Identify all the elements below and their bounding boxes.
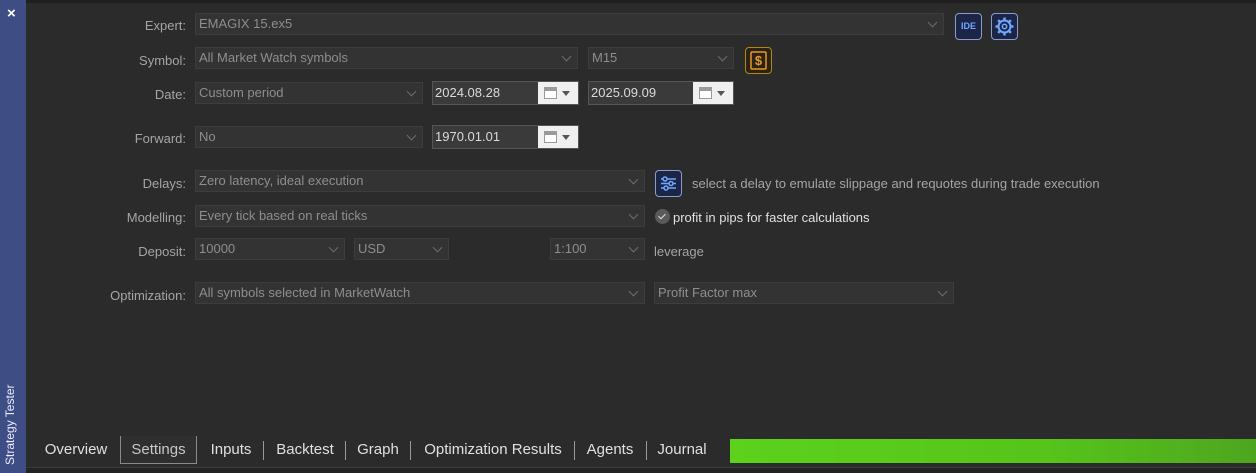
calendar-icon (544, 131, 557, 143)
tab-separator (410, 441, 411, 460)
symbol-label: Symbol: (139, 53, 186, 68)
progress-bar (730, 439, 1256, 463)
date-from-value[interactable]: 2024.08.28 (433, 82, 538, 104)
tab-separator (574, 441, 575, 460)
calendar-icon (699, 87, 712, 99)
forward-select[interactable]: No (195, 126, 423, 148)
tab-separator (646, 441, 647, 460)
optimization-value: All symbols selected in MarketWatch (199, 285, 411, 300)
dropdown-arrow-icon (562, 135, 570, 140)
gear-icon (995, 17, 1014, 36)
chevron-down-icon (624, 206, 644, 226)
ide-button[interactable]: IDE (955, 13, 982, 40)
sliders-icon (661, 176, 676, 191)
modelling-value: Every tick based on real ticks (199, 208, 368, 223)
tab-settings[interactable]: Settings (120, 436, 197, 464)
modelling-select[interactable]: Every tick based on real ticks (195, 205, 645, 227)
symbol-value: All Market Watch symbols (199, 50, 349, 65)
dropdown-arrow-icon (562, 91, 570, 96)
criterion-value: Profit Factor max (658, 285, 757, 300)
leverage-value: 1:100 (554, 241, 587, 256)
bottom-status-strip (26, 467, 1256, 473)
tab-separator (263, 441, 264, 460)
leverage-label: leverage (654, 244, 704, 259)
leverage-select[interactable]: 1:100 (550, 238, 645, 260)
tab-agents[interactable]: Agents (577, 436, 643, 464)
chevron-down-icon (428, 239, 448, 259)
tab-graph[interactable]: Graph (348, 436, 408, 464)
tab-backtest[interactable]: Backtest (266, 436, 344, 464)
criterion-select[interactable]: Profit Factor max (654, 282, 954, 304)
date-mode-select[interactable]: Custom period (195, 82, 423, 104)
chevron-down-icon (933, 283, 953, 303)
chevron-down-icon (923, 14, 943, 34)
date-to-value[interactable]: 2025.09.09 (589, 82, 693, 104)
strategy-tester-panel: × Strategy Tester Expert: EMAGIX 15.ex5 … (0, 0, 1256, 473)
delay-settings-button[interactable] (655, 170, 682, 197)
forward-date-picker[interactable]: 1970.01.01 (432, 125, 579, 149)
forward-date-value[interactable]: 1970.01.01 (433, 126, 538, 148)
symbol-select[interactable]: All Market Watch symbols (195, 47, 578, 69)
chevron-down-icon (624, 283, 644, 303)
expert-select[interactable]: EMAGIX 15.ex5 (195, 13, 944, 35)
chevron-down-icon (402, 83, 422, 103)
delays-label: Delays: (142, 176, 186, 191)
side-title-bar: × Strategy Tester (0, 0, 26, 473)
modelling-label: Modelling: (126, 210, 186, 225)
close-icon[interactable]: × (7, 6, 16, 21)
calendar-button[interactable] (538, 126, 578, 148)
profit-pips-label[interactable]: profit in pips for faster calculations (673, 210, 870, 225)
currency-value: USD (358, 241, 386, 256)
deposit-value: 10000 (199, 241, 236, 256)
side-title: Strategy Tester (3, 384, 17, 465)
timeframe-value: M15 (592, 50, 618, 65)
deposit-label: Deposit: (138, 244, 186, 259)
chevron-down-icon (624, 239, 644, 259)
chevron-down-icon (624, 171, 644, 191)
tab-inputs[interactable]: Inputs (200, 436, 262, 464)
chevron-down-icon (324, 239, 344, 259)
chevron-down-icon (557, 48, 577, 68)
expert-label: Expert: (144, 18, 186, 33)
date-mode-value: Custom period (199, 85, 284, 100)
tab-overview[interactable]: Overview (37, 436, 115, 464)
tab-optimization-results[interactable]: Optimization Results (413, 436, 573, 464)
svg-text:$: $ (755, 53, 763, 68)
optimization-label: Optimization: (110, 288, 186, 303)
date-from-picker[interactable]: 2024.08.28 (432, 81, 579, 105)
symbol-properties-button[interactable]: $ (745, 47, 772, 74)
forward-value: No (199, 129, 216, 144)
chevron-down-icon (713, 48, 733, 68)
date-to-picker[interactable]: 2025.09.09 (588, 81, 734, 105)
date-label: Date: (154, 87, 186, 102)
calendar-icon (544, 87, 557, 99)
delays-hint: select a delay to emulate slippage and r… (692, 176, 1100, 191)
forward-label: Forward: (134, 131, 186, 146)
ide-icon: IDE (960, 21, 976, 31)
expert-settings-button[interactable] (991, 13, 1018, 40)
delays-select[interactable]: Zero latency, ideal execution (195, 170, 645, 192)
profit-pips-checkbox[interactable] (655, 209, 670, 224)
calendar-button[interactable] (538, 82, 578, 104)
chevron-down-icon (402, 127, 422, 147)
dollar-icon: $ (750, 51, 767, 70)
tab-journal[interactable]: Journal (649, 436, 715, 464)
expert-value: EMAGIX 15.ex5 (199, 16, 293, 31)
top-border (26, 0, 1256, 3)
timeframe-select[interactable]: M15 (588, 47, 734, 69)
deposit-select[interactable]: 10000 (195, 238, 345, 260)
optimization-select[interactable]: All symbols selected in MarketWatch (195, 282, 645, 304)
calendar-button[interactable] (693, 82, 733, 104)
tab-separator (345, 441, 346, 460)
currency-select[interactable]: USD (354, 238, 449, 260)
delays-value: Zero latency, ideal execution (199, 173, 364, 188)
dropdown-arrow-icon (717, 91, 725, 96)
